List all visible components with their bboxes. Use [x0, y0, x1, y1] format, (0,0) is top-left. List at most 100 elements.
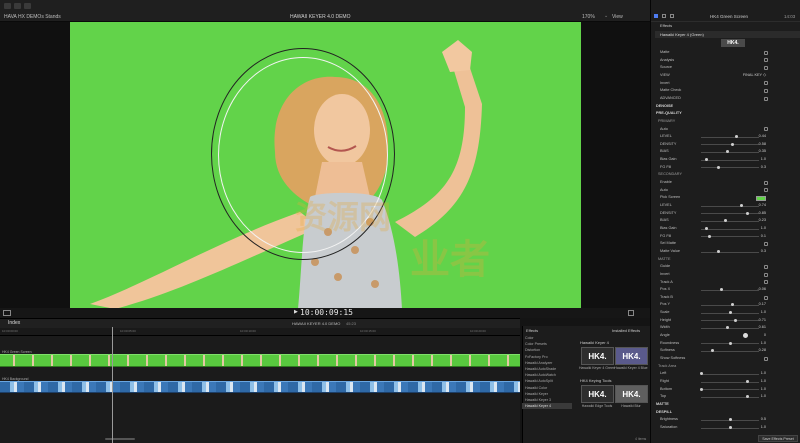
slider-knob[interactable]	[716, 165, 720, 169]
view-options-icon[interactable]	[3, 310, 11, 316]
slider-knob[interactable]	[719, 288, 723, 292]
effect-thumb-green[interactable]: HK4.	[581, 347, 614, 365]
parameter-slider[interactable]	[701, 213, 759, 215]
parameter-slider[interactable]	[701, 220, 759, 222]
timecode-display[interactable]: 10:00:09:15	[300, 308, 353, 317]
titles-icon[interactable]	[24, 3, 31, 9]
parameter-value[interactable]: 1.0	[761, 424, 766, 431]
parameter-value[interactable]: 0.44	[759, 133, 766, 140]
parameter-slider[interactable]	[701, 167, 759, 169]
parameter-value[interactable]: 0.71	[759, 317, 766, 324]
parameter-slider[interactable]	[701, 305, 759, 307]
parameter-value[interactable]: 0.5	[761, 416, 766, 423]
installed-effects-dropdown[interactable]: Installed Effects	[612, 328, 640, 333]
parameter-slider[interactable]	[701, 136, 759, 138]
parameter-slider[interactable]	[701, 381, 759, 383]
parameter-checkbox[interactable]	[764, 89, 768, 94]
parameter-value[interactable]: 0.28	[759, 347, 766, 354]
parameter-value[interactable]: 0.35	[759, 148, 766, 155]
parameter-value[interactable]: 1.0	[761, 386, 766, 393]
view-menu[interactable]: View	[612, 14, 623, 20]
fullscreen-icon[interactable]	[628, 310, 634, 316]
timeline-scrollbar[interactable]	[105, 438, 135, 440]
info-inspector-icon[interactable]	[670, 14, 674, 18]
parameter-value[interactable]: 1.0	[761, 156, 766, 163]
background-clip[interactable]	[0, 381, 520, 393]
parameter-slider[interactable]	[701, 396, 759, 398]
parameter-value[interactable]: 1.0	[761, 309, 766, 316]
audio-inspector-icon[interactable]	[662, 14, 666, 18]
parameter-value[interactable]: 0.17	[759, 301, 766, 308]
effect-thumb-edge[interactable]: HK4.	[581, 385, 614, 403]
parameter-checkbox[interactable]	[764, 81, 768, 86]
parameter-slider[interactable]	[701, 152, 759, 154]
slider-knob[interactable]	[708, 234, 712, 238]
slider-knob[interactable]	[728, 341, 732, 345]
parameter-slider[interactable]	[701, 389, 759, 391]
parameter-value[interactable]: 0.3	[761, 248, 766, 255]
parameter-value[interactable]: 1.0	[761, 378, 766, 385]
play-icon[interactable]: ▶	[294, 309, 298, 315]
parameter-checkbox[interactable]	[764, 272, 768, 277]
pick-screen-swatch[interactable]	[756, 195, 766, 201]
parameter-checkbox[interactable]	[764, 96, 768, 101]
parameter-value[interactable]: 0.74	[759, 202, 766, 209]
parameter-checkbox[interactable]	[764, 280, 768, 285]
effect-thumb-blue[interactable]: HK4.	[615, 347, 648, 365]
timeline[interactable]: HK4 Green Screen HK4 Background	[0, 336, 520, 443]
timeline-ruler[interactable]: 10:00:00:00 10:00:05:00 10:00:10:00 10:0…	[0, 328, 520, 336]
parameter-value[interactable]: 0	[764, 332, 766, 339]
parameter-value[interactable]: 1.0	[761, 370, 766, 377]
parameter-checkbox[interactable]	[764, 242, 768, 247]
zoom-dropdown[interactable]: 170%	[582, 14, 595, 20]
slider-knob[interactable]	[728, 418, 732, 422]
parameter-slider[interactable]	[701, 205, 759, 207]
parameter-checkbox[interactable]	[764, 264, 768, 269]
index-tab[interactable]: Index	[8, 320, 20, 326]
parameter-value[interactable]: 0.85	[759, 210, 766, 217]
parameter-slider[interactable]	[701, 159, 759, 161]
parameter-slider[interactable]	[701, 144, 759, 146]
parameter-value[interactable]: 1.0	[761, 393, 766, 400]
parameter-value[interactable]: 1.0	[761, 340, 766, 347]
parameter-slider[interactable]	[701, 351, 759, 353]
effect-thumb-blur[interactable]: HK4.	[615, 385, 648, 403]
parameter-value[interactable]: 0.23	[759, 217, 766, 224]
parameter-slider[interactable]	[701, 328, 759, 330]
video-frame[interactable]: 资源网 业者	[70, 22, 581, 309]
parameter-checkbox[interactable]	[764, 295, 768, 300]
parameter-value[interactable]: 1.0	[761, 225, 766, 232]
parameter-checkbox[interactable]	[764, 66, 768, 71]
slider-knob[interactable]	[716, 249, 720, 253]
parameter-checkbox[interactable]	[764, 180, 768, 185]
slider-knob[interactable]	[728, 425, 732, 429]
parameter-checkbox[interactable]	[764, 127, 768, 132]
media-icon[interactable]	[14, 3, 21, 9]
parameter-value[interactable]: -0.06	[757, 286, 766, 293]
parameter-value[interactable]: 0.58	[759, 141, 766, 148]
parameter-checkbox[interactable]	[764, 188, 768, 193]
save-effects-preset-button[interactable]: Save Effects Preset	[758, 435, 798, 442]
slider-knob[interactable]	[699, 372, 703, 376]
parameter-slider[interactable]	[701, 289, 759, 291]
library-icon[interactable]	[4, 3, 11, 9]
parameter-slider[interactable]	[701, 320, 759, 322]
parameter-value[interactable]: 0.3	[761, 164, 766, 171]
slider-knob[interactable]	[745, 211, 749, 215]
angle-dial[interactable]	[743, 333, 748, 339]
parameter-value[interactable]: FINAL KEY ◇	[743, 72, 766, 79]
parameter-slider[interactable]	[701, 228, 759, 230]
parameter-slider[interactable]	[701, 373, 759, 375]
slider-knob[interactable]	[728, 311, 732, 315]
slider-knob[interactable]	[699, 387, 703, 391]
parameter-slider[interactable]	[701, 251, 759, 253]
parameter-value[interactable]: 0.1	[761, 233, 766, 240]
parameter-checkbox[interactable]	[764, 58, 768, 63]
parameter-checkbox[interactable]	[764, 50, 768, 55]
effect-category-item[interactable]: Hawaiki Keyer 4	[522, 403, 572, 410]
green-screen-clip[interactable]	[0, 354, 520, 367]
parameter-value[interactable]: 0.61	[759, 324, 766, 331]
parameter-checkbox[interactable]	[764, 356, 768, 361]
video-inspector-icon[interactable]	[654, 14, 658, 18]
playhead[interactable]	[112, 327, 113, 443]
